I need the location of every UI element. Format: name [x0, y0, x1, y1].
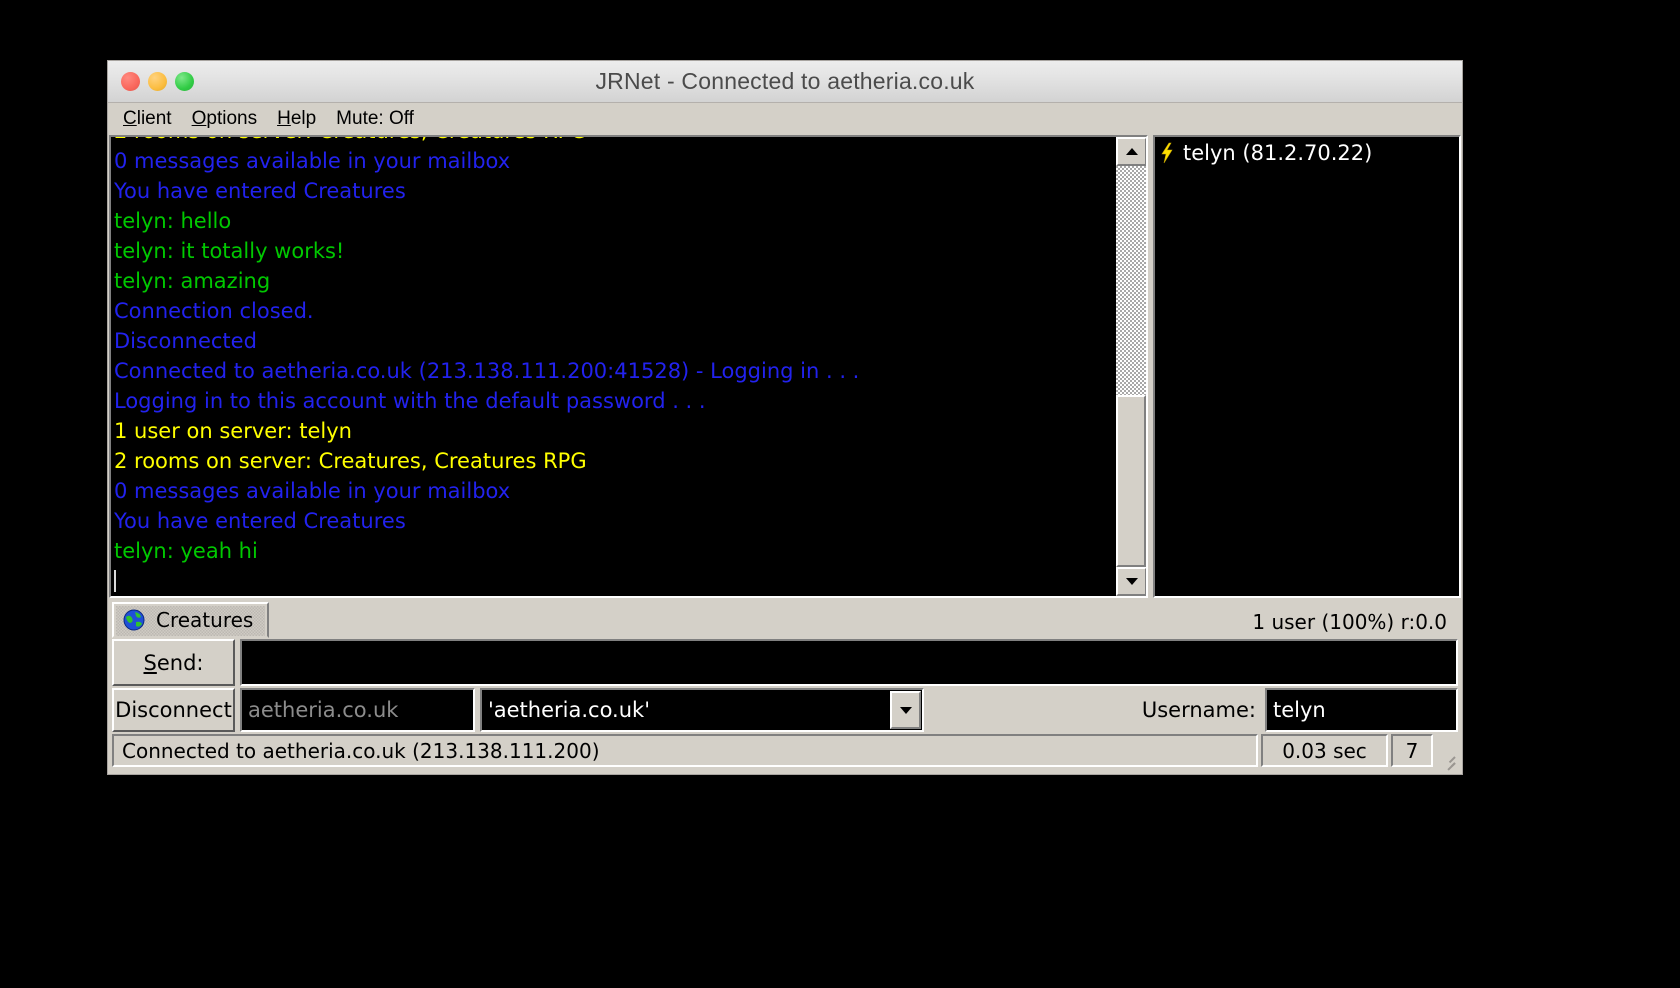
log-line: telyn: amazing	[114, 269, 271, 293]
log-line: 0 messages available in your mailbox	[114, 479, 511, 503]
list-item-label: telyn (81.2.70.22)	[1183, 141, 1373, 165]
room-status-text: 1 user (100%) r:0.0	[1252, 610, 1447, 634]
server-combobox-arrow-button[interactable]	[890, 691, 921, 729]
menu-mnemonic-options: O	[191, 107, 207, 129]
status-bar: Connected to aetheria.co.uk (213.138.111…	[109, 732, 1461, 771]
menu-bar: Client Options Help Mute: Off	[108, 103, 1462, 135]
scroll-down-button[interactable]	[1116, 567, 1146, 596]
send-button-mnemonic: S	[143, 650, 157, 675]
grip-line	[1447, 762, 1456, 771]
send-row: Send:	[109, 639, 1461, 686]
log-line: Disconnected	[114, 329, 257, 353]
log-line: Connection closed.	[114, 299, 314, 323]
list-item[interactable]: telyn (81.2.70.22)	[1160, 141, 1459, 165]
log-line: telyn: it totally works!	[114, 239, 345, 263]
status-counter: 7	[1391, 734, 1433, 767]
log-line: Logging in to this account with the defa…	[114, 389, 706, 413]
status-latency: 0.03 sec	[1261, 734, 1388, 767]
log-line: 1 user on server: telyn	[114, 419, 352, 443]
scrollbar-thumb[interactable]	[1116, 394, 1146, 567]
menu-label-help: elp	[290, 107, 317, 129]
tab-label: Creatures	[156, 608, 254, 632]
log-line: You have entered Creatures	[114, 179, 406, 203]
arrow-up-icon	[1125, 148, 1138, 155]
window-titlebar[interactable]: JRNet - Connected to aetheria.co.uk	[108, 61, 1462, 103]
chevron-down-icon	[899, 706, 912, 714]
tab-creatures[interactable]: Creatures	[112, 602, 270, 638]
send-button[interactable]: Send:	[112, 639, 235, 686]
tab-strip-filler	[269, 602, 1252, 638]
username-input[interactable]: telyn	[1265, 688, 1458, 732]
menu-label-mute: Mute: Off	[336, 107, 414, 129]
message-input[interactable]	[240, 639, 1458, 686]
disconnect-button[interactable]: Disconnect	[112, 688, 235, 732]
menu-item-options[interactable]: Options	[182, 105, 267, 134]
scroll-up-button[interactable]	[1116, 137, 1146, 166]
server-combobox-value: 'aetheria.co.uk'	[488, 698, 650, 722]
host-display-field: aetheria.co.uk	[240, 688, 475, 732]
user-list-panel[interactable]: telyn (81.2.70.22)	[1153, 135, 1461, 598]
scrollbar-track[interactable]	[1116, 166, 1146, 567]
menu-item-help[interactable]: Help	[267, 105, 326, 134]
menu-item-client[interactable]: Client	[113, 105, 182, 134]
log-scrollbar[interactable]	[1115, 137, 1146, 596]
chat-log-panel: 2 rooms on server: Creatures, Creatures …	[109, 135, 1148, 598]
connection-row-filler	[929, 688, 1137, 732]
log-line: telyn: yeah hi	[114, 539, 258, 563]
log-line: 2 rooms on server: Creatures, Creatures …	[114, 449, 587, 473]
main-split: 2 rooms on server: Creatures, Creatures …	[109, 135, 1461, 598]
log-line: 0 messages available in your mailbox	[114, 149, 511, 173]
menu-label-client: lient	[136, 107, 172, 129]
arrow-down-icon	[1125, 578, 1138, 585]
menu-item-mute[interactable]: Mute: Off	[326, 105, 424, 134]
log-line-partial: 2 rooms on server: Creatures, Creatures …	[114, 137, 1115, 146]
menu-label-options: ptions	[206, 107, 258, 129]
log-line: Connected to aetheria.co.uk (213.138.111…	[114, 359, 860, 383]
chat-log: 2 rooms on server: Creatures, Creatures …	[111, 137, 1115, 596]
connection-row: Disconnect aetheria.co.uk 'aetheria.co.u…	[109, 688, 1461, 732]
status-message: Connected to aetheria.co.uk (213.138.111…	[112, 734, 1258, 767]
text-caret	[114, 570, 116, 592]
resize-grip[interactable]	[1436, 734, 1458, 771]
server-combobox[interactable]: 'aetheria.co.uk'	[480, 688, 924, 732]
menu-mnemonic-client: C	[123, 107, 137, 129]
window-content: 2 rooms on server: Creatures, Creatures …	[108, 135, 1462, 774]
username-label: Username:	[1141, 698, 1256, 722]
log-caret-line	[114, 566, 1115, 596]
globe-icon	[123, 609, 145, 631]
menu-mnemonic-help: H	[277, 107, 291, 129]
send-button-label: end:	[156, 650, 204, 675]
log-line: telyn: hello	[114, 209, 232, 233]
window-title: JRNet - Connected to aetheria.co.uk	[595, 68, 975, 94]
lightning-bolt-icon	[1161, 142, 1173, 164]
tab-strip: Creatures 1 user (100%) r:0.0	[109, 598, 1461, 638]
log-line: You have entered Creatures	[114, 509, 406, 533]
app-window: JRNet - Connected to aetheria.co.uk Clie…	[107, 60, 1463, 775]
